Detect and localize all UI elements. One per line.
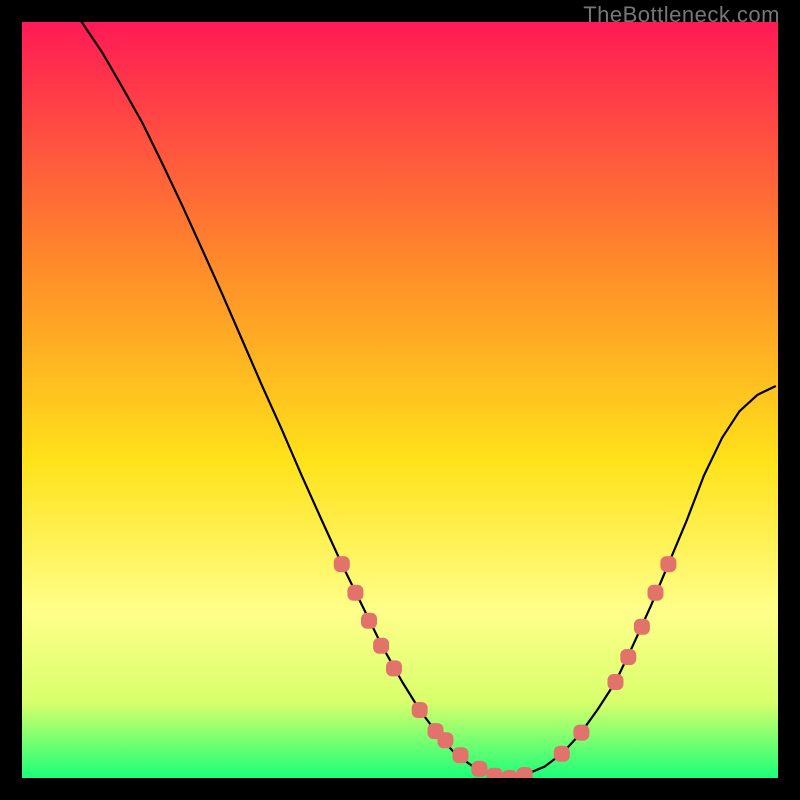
curve-marker xyxy=(347,585,363,601)
curve-marker xyxy=(437,732,453,748)
chart-stage: TheBottleneck.com xyxy=(0,0,800,800)
bottleneck-curve xyxy=(22,22,778,778)
curve-marker xyxy=(386,660,402,676)
curve-marker xyxy=(648,585,664,601)
curve-marker xyxy=(487,768,503,778)
curve-marker xyxy=(608,674,624,690)
curve-marker xyxy=(573,725,589,741)
curve-marker xyxy=(634,619,650,635)
curve-marker xyxy=(361,613,377,629)
curve-marker xyxy=(453,747,469,763)
curve-marker xyxy=(660,556,676,572)
plot-area xyxy=(22,22,778,778)
curve-marker xyxy=(412,702,428,718)
curve-marker xyxy=(517,767,533,778)
curve-marker xyxy=(554,746,570,762)
curve-marker xyxy=(471,761,487,777)
watermark-text: TheBottleneck.com xyxy=(583,2,780,28)
curve-marker xyxy=(502,770,518,778)
curve-marker xyxy=(620,649,636,665)
curve-marker xyxy=(373,638,389,654)
curve-marker xyxy=(334,556,350,572)
